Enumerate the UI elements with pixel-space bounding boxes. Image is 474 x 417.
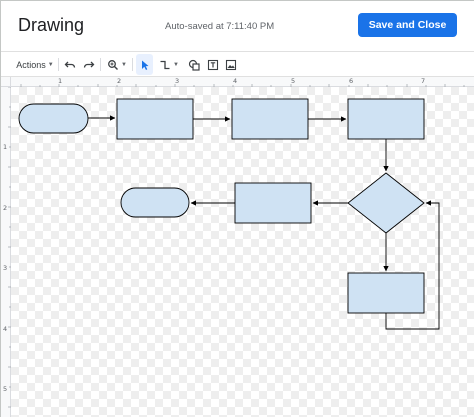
dialog-header: Drawing Auto-saved at 7:11:40 PM Save an…	[1, 1, 474, 51]
drawing-dialog: Drawing Auto-saved at 7:11:40 PM Save an…	[0, 0, 474, 417]
process-box[interactable]	[231, 98, 309, 140]
actions-menu[interactable]: Actions ▼	[15, 54, 55, 75]
ruler-label: 3	[3, 264, 8, 272]
process-box[interactable]	[347, 272, 425, 314]
toolbar-divider	[58, 58, 59, 71]
chevron-down-icon: ▼	[173, 61, 179, 68]
ruler-label: 2	[3, 204, 8, 212]
process-box[interactable]	[234, 182, 312, 224]
image-icon[interactable]	[223, 54, 239, 75]
ruler-label: 3	[175, 77, 180, 85]
zoom-icon	[108, 59, 119, 70]
ruler-label: 1	[58, 77, 63, 85]
undo-icon[interactable]	[62, 54, 78, 75]
dialog-title: Drawing	[18, 15, 85, 35]
ruler-label: 6	[349, 77, 354, 85]
flowchart	[18, 98, 440, 330]
save-and-close-button[interactable]: Save and Close	[358, 13, 457, 37]
process-box[interactable]	[116, 98, 194, 140]
ruler-label: 5	[3, 385, 8, 393]
start-terminal[interactable]	[18, 103, 89, 134]
drawing-canvas[interactable]	[11, 87, 474, 417]
toolbar-divider	[100, 58, 101, 71]
text-box-icon[interactable]	[205, 54, 221, 75]
drawing-toolbar: Actions ▼ ▼ ▼	[1, 51, 474, 77]
line-menu[interactable]: ▼	[156, 54, 182, 75]
line-icon	[160, 60, 170, 69]
select-icon[interactable]	[136, 54, 153, 75]
ruler-label: 4	[233, 77, 238, 85]
ruler-label: 5	[291, 77, 296, 85]
ruler-label: 4	[3, 325, 8, 333]
ruler-corner	[1, 77, 11, 87]
zoom-menu[interactable]: ▼	[105, 54, 129, 75]
actions-menu-label: Actions	[16, 59, 46, 70]
ruler-label: 2	[117, 77, 122, 85]
redo-icon[interactable]	[81, 54, 97, 75]
chevron-down-icon: ▼	[47, 61, 54, 68]
autosave-status: Auto-saved at 7:11:40 PM	[165, 21, 275, 32]
shape-icon[interactable]	[186, 54, 202, 75]
chevron-down-icon: ▼	[121, 61, 127, 68]
end-terminal[interactable]	[120, 187, 190, 218]
process-box[interactable]	[347, 98, 425, 140]
ruler-label: 1	[3, 143, 8, 151]
ruler-label: 7	[421, 77, 426, 85]
toolbar-divider	[132, 58, 133, 71]
vertical-ruler: 1 2 3 4 5	[1, 87, 11, 417]
horizontal-ruler: 1 2 3 4 5 6 7	[11, 77, 474, 87]
decision-diamond[interactable]	[347, 172, 425, 234]
